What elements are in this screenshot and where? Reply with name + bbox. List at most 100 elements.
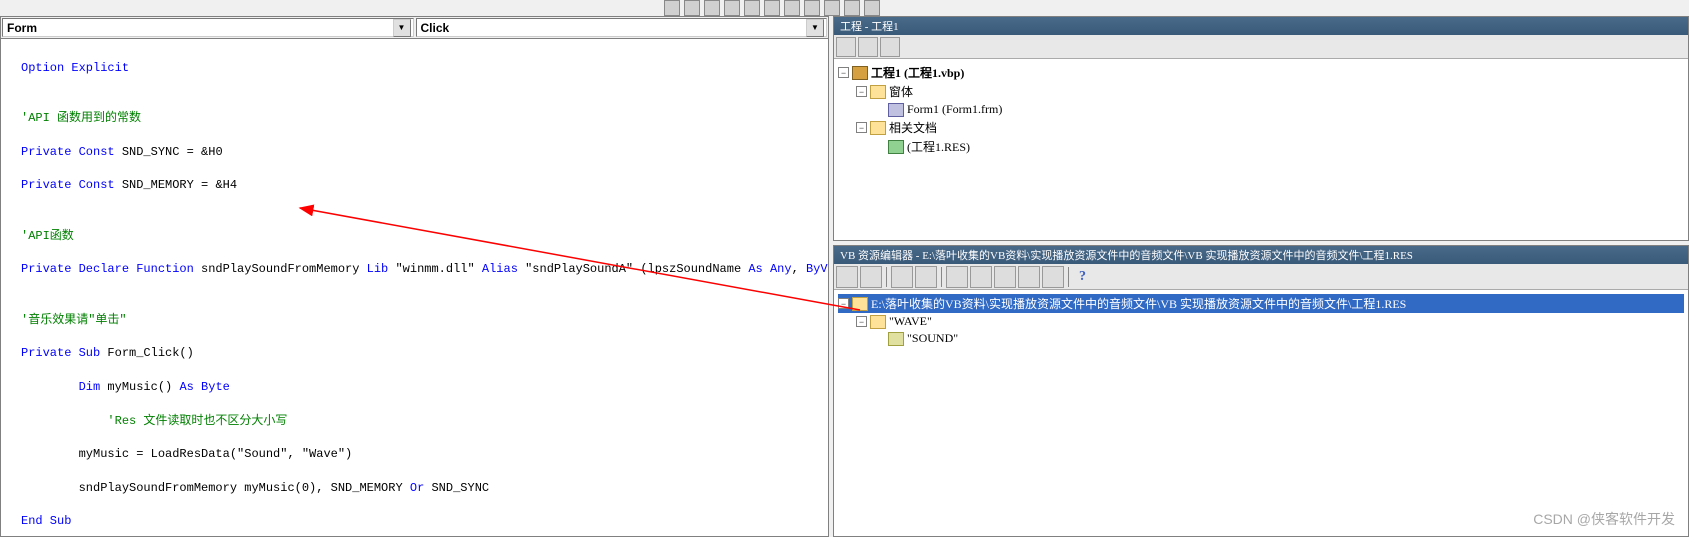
- sound-icon: [888, 332, 904, 346]
- code-comment: 'Res 文件读取时也不区分大小写: [21, 413, 824, 430]
- help-icon[interactable]: ?: [1073, 269, 1092, 285]
- code-comment: 'API函数: [21, 228, 824, 245]
- event-dropdown[interactable]: Click: [416, 18, 828, 37]
- code-text: myMusic = LoadResData("Sound", "Wave"): [21, 446, 824, 463]
- code-text: sndPlaySoundFromMemory: [194, 262, 367, 276]
- toolbar-btn[interactable]: [704, 0, 720, 16]
- docs-folder-label: 相关文档: [889, 119, 937, 136]
- resource-icon: [888, 140, 904, 154]
- code-text: sndPlaySoundFromMemory myMusic(0), SND_M…: [21, 481, 410, 495]
- code-text: End Sub: [21, 514, 71, 528]
- project-root-label: 工程1 (工程1.vbp): [871, 64, 964, 81]
- dropdown-row: Form Click: [1, 17, 828, 39]
- code-text: Option Explicit: [21, 61, 129, 75]
- res-delete-button[interactable]: [915, 266, 937, 288]
- code-text: Form_Click(): [100, 346, 194, 360]
- minus-icon[interactable]: −: [838, 298, 849, 309]
- code-comment: '音乐效果请"单击": [21, 312, 824, 329]
- toolbar-btn[interactable]: [844, 0, 860, 16]
- toolbar-btn[interactable]: [804, 0, 820, 16]
- res-root-label: E:\落叶收集的VB资料\实现播放资源文件中的音频文件\VB 实现播放资源文件中…: [871, 295, 1406, 312]
- code-editor[interactable]: Option Explicit 'API 函数用到的常数 Private Con…: [1, 39, 828, 536]
- forms-folder-label: 窗体: [889, 83, 913, 100]
- code-text: Private Const: [21, 178, 115, 192]
- wave-folder-node[interactable]: − "WAVE": [838, 313, 1684, 330]
- project-title: 工程 - 工程1: [834, 17, 1688, 35]
- res-add-bitmap-button[interactable]: [1018, 266, 1040, 288]
- code-text: As Any: [748, 262, 791, 276]
- code-text: Alias: [482, 262, 518, 276]
- toolbar-btn[interactable]: [744, 0, 760, 16]
- toolbar-btn[interactable]: [784, 0, 800, 16]
- docs-folder-node[interactable]: − 相关文档: [838, 118, 1684, 137]
- form-node[interactable]: Form1 (Form1.frm): [838, 101, 1684, 118]
- res-add-cursor-button[interactable]: [970, 266, 992, 288]
- code-text: SND_SYNC: [424, 481, 489, 495]
- res-root-node[interactable]: − E:\落叶收集的VB资料\实现播放资源文件中的音频文件\VB 实现播放资源文…: [838, 294, 1684, 313]
- code-text: "sndPlaySoundA" (lpszSoundName: [518, 262, 748, 276]
- resource-editor-title: VB 资源编辑器 - E:\落叶收集的VB资料\实现播放资源文件中的音频文件\V…: [834, 246, 1688, 264]
- toolbar-btn[interactable]: [724, 0, 740, 16]
- resource-tree[interactable]: − E:\落叶收集的VB资料\实现播放资源文件中的音频文件\VB 实现播放资源文…: [834, 290, 1688, 536]
- code-text: SND_MEMORY = &H4: [115, 178, 237, 192]
- res-label: (工程1.RES): [907, 138, 970, 155]
- project-explorer: 工程 - 工程1 − 工程1 (工程1.vbp) − 窗体: [833, 16, 1689, 241]
- object-dropdown[interactable]: Form: [2, 18, 414, 37]
- res-open-button[interactable]: [836, 266, 858, 288]
- folder-icon: [870, 315, 886, 329]
- code-text: Private Declare Function: [21, 262, 194, 276]
- toolbar-btn[interactable]: [664, 0, 680, 16]
- folder-icon: [870, 121, 886, 135]
- minus-icon[interactable]: −: [838, 67, 849, 78]
- code-text: "winmm.dll": [388, 262, 482, 276]
- code-text: myMusic(): [100, 380, 179, 394]
- res-add-string-button[interactable]: [946, 266, 968, 288]
- minus-icon[interactable]: −: [856, 86, 867, 97]
- project-toolbar: [834, 35, 1688, 59]
- code-text: Lib: [367, 262, 389, 276]
- res-node[interactable]: (工程1.RES): [838, 137, 1684, 156]
- sound-label: "SOUND": [907, 331, 958, 346]
- forms-folder-node[interactable]: − 窗体: [838, 82, 1684, 101]
- code-text: Or: [410, 481, 424, 495]
- form-icon: [888, 103, 904, 117]
- toggle-folders-button[interactable]: [880, 37, 900, 57]
- separator: [886, 267, 887, 287]
- code-text: Private Const: [21, 145, 115, 159]
- folder-icon: [870, 85, 886, 99]
- view-object-button[interactable]: [858, 37, 878, 57]
- code-text: SND_SYNC = &H0: [115, 145, 223, 159]
- minus-icon[interactable]: −: [856, 122, 867, 133]
- toolbar-btn[interactable]: [864, 0, 880, 16]
- resource-editor-panel: VB 资源编辑器 - E:\落叶收集的VB资料\实现播放资源文件中的音频文件\V…: [833, 245, 1689, 537]
- res-add-custom-button[interactable]: [1042, 266, 1064, 288]
- form-label: Form1 (Form1.frm): [907, 102, 1002, 117]
- project-tree[interactable]: − 工程1 (工程1.vbp) − 窗体 Form1 (Form1.frm) −: [834, 59, 1688, 240]
- toolbar-btn[interactable]: [764, 0, 780, 16]
- resource-toolbar: ?: [834, 264, 1688, 290]
- code-text: ByVal: [806, 262, 828, 276]
- watermark: CSDN @侠客软件开发: [1533, 509, 1675, 529]
- toolbar-btn[interactable]: [684, 0, 700, 16]
- wave-label: "WAVE": [889, 314, 932, 329]
- sound-node[interactable]: "SOUND": [838, 330, 1684, 347]
- code-text: ,: [792, 262, 806, 276]
- code-panel: Form Click Option Explicit 'API 函数用到的常数 …: [0, 16, 829, 537]
- code-text: Private Sub: [21, 346, 100, 360]
- separator: [941, 267, 942, 287]
- main-container: Form Click Option Explicit 'API 函数用到的常数 …: [0, 16, 1689, 537]
- project-root-node[interactable]: − 工程1 (工程1.vbp): [838, 63, 1684, 82]
- res-save-button[interactable]: [860, 266, 882, 288]
- separator: [1068, 267, 1069, 287]
- view-code-button[interactable]: [836, 37, 856, 57]
- minus-icon[interactable]: −: [856, 316, 867, 327]
- res-edit-button[interactable]: [891, 266, 913, 288]
- project-icon: [852, 66, 868, 80]
- toolbar-btn[interactable]: [824, 0, 840, 16]
- top-toolbar: [660, 0, 1689, 16]
- res-add-icon-button[interactable]: [994, 266, 1016, 288]
- right-panels: 工程 - 工程1 − 工程1 (工程1.vbp) − 窗体: [833, 16, 1689, 537]
- code-text: Dim: [21, 380, 100, 394]
- folder-icon: [852, 297, 868, 311]
- code-comment: 'API 函数用到的常数: [21, 110, 824, 127]
